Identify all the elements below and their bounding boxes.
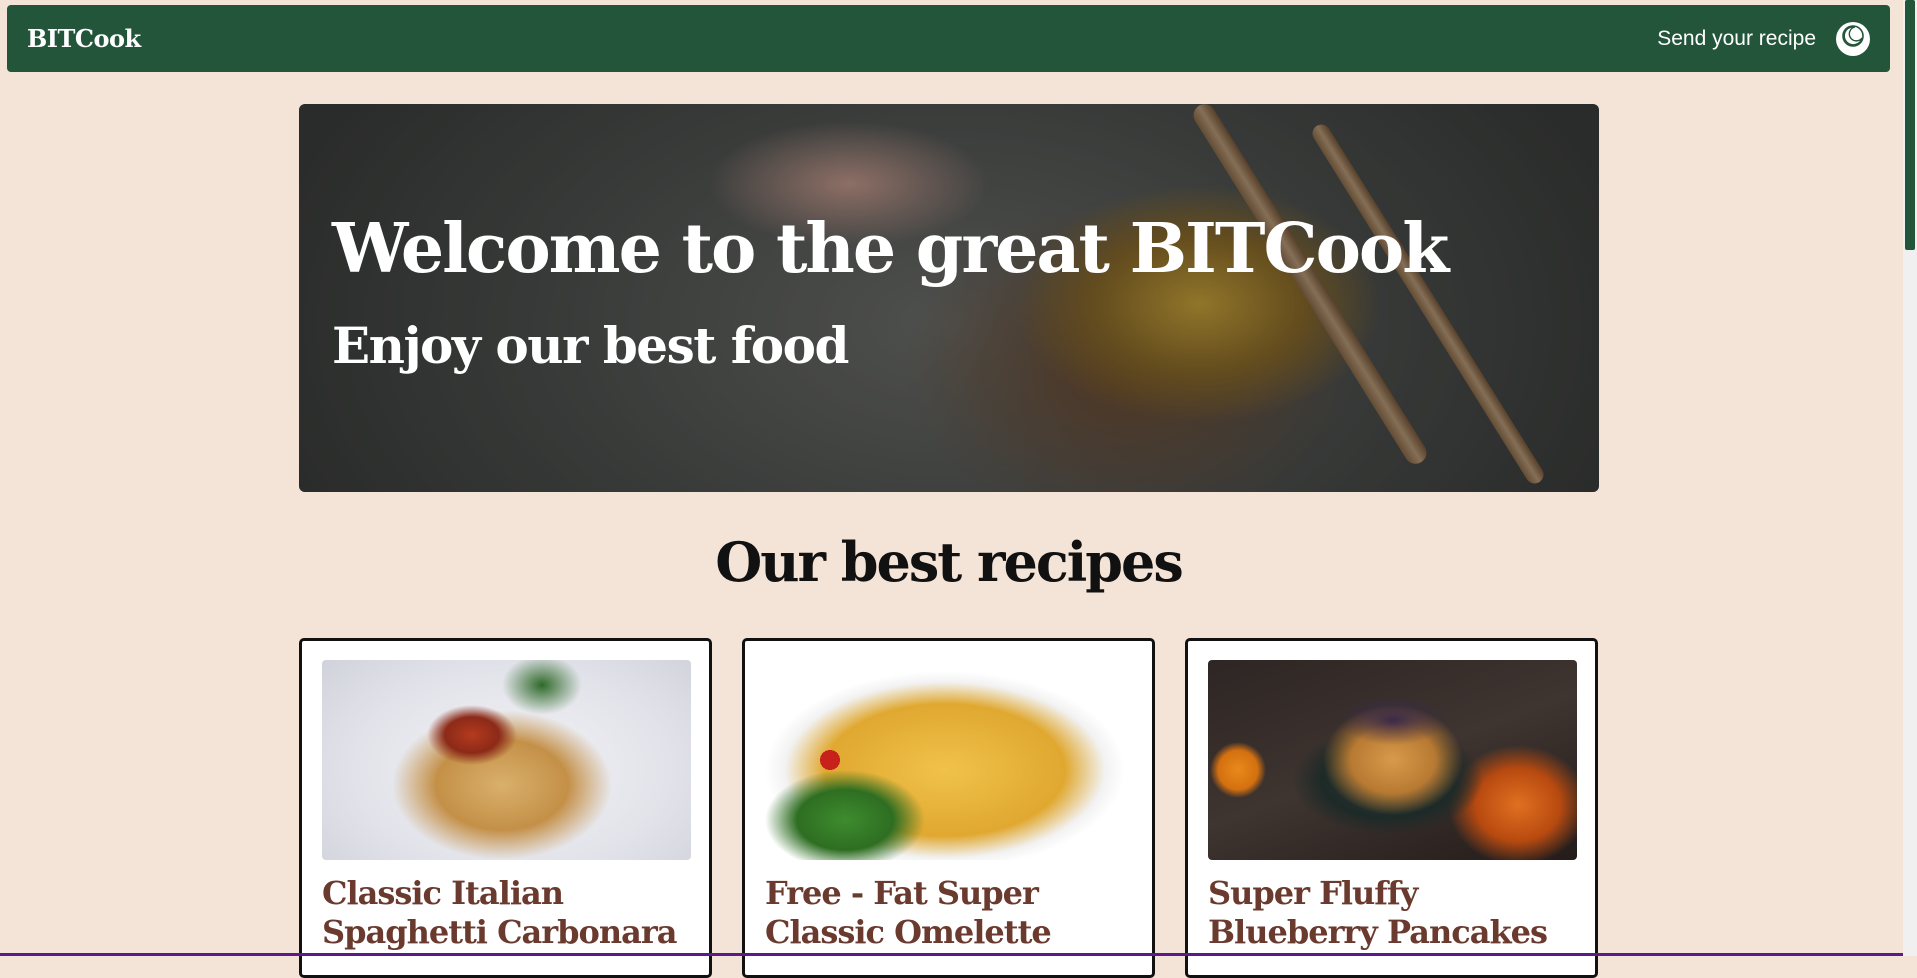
send-recipe-link[interactable]: Send your recipe [1657, 27, 1816, 51]
recipe-title: Classic Italian Spaghetti Carbonara [322, 874, 689, 952]
recipe-card[interactable]: Classic Italian Spaghetti Carbonara [299, 638, 712, 978]
recipe-title: Super Fluffy Blueberry Pancakes [1208, 874, 1575, 952]
recipe-card[interactable]: Super Fluffy Blueberry Pancakes [1185, 638, 1598, 978]
recipe-title: Free - Fat Super Classic Omelette [765, 874, 1132, 952]
theme-toggle-button[interactable] [1836, 22, 1870, 56]
navbar-actions: Send your recipe [1657, 22, 1870, 56]
navbar: BITCook Send your recipe [7, 5, 1890, 72]
hero-image-overlay [299, 104, 1599, 492]
recipe-image [1208, 660, 1577, 860]
hero-banner: Welcome to the great BITCook Enjoy our b… [299, 104, 1599, 492]
moon-icon [1840, 23, 1866, 54]
scrollbar[interactable] [1903, 0, 1917, 956]
scrollbar-thumb[interactable] [1905, 0, 1915, 250]
brand-logo[interactable]: BITCook [27, 24, 141, 53]
recipe-card[interactable]: Free - Fat Super Classic Omelette [742, 638, 1155, 978]
hero-title: Welcome to the great BITCook [332, 209, 1447, 289]
section-title: Our best recipes [0, 530, 1897, 594]
recipe-image [765, 660, 1134, 860]
recipe-image [322, 660, 691, 860]
hero-subtitle: Enjoy our best food [332, 316, 848, 375]
